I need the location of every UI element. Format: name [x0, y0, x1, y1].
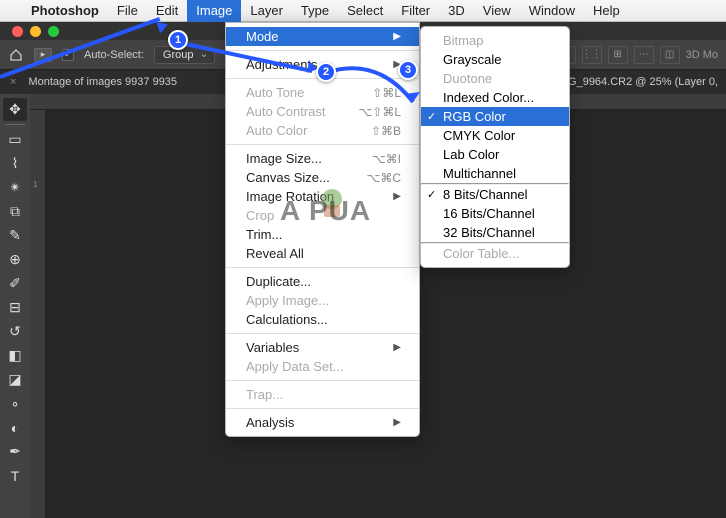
- submenu-item-color-table[interactable]: Color Table...: [421, 244, 569, 263]
- stamp-tool-icon[interactable]: ⊟: [3, 296, 27, 319]
- more-icon[interactable]: ⋯: [634, 46, 654, 64]
- menu-image[interactable]: Image: [187, 0, 241, 22]
- watermark-text: A PUA: [280, 195, 371, 227]
- traffic-light-minimize-icon[interactable]: [30, 26, 41, 37]
- menu-file[interactable]: File: [108, 0, 147, 22]
- menu-help[interactable]: Help: [584, 0, 629, 22]
- menu-3d[interactable]: 3D: [439, 0, 474, 22]
- document-tab-1[interactable]: Montage of images 9937 9935: [22, 76, 183, 88]
- menu-window[interactable]: Window: [520, 0, 584, 22]
- history-brush-tool-icon[interactable]: ↺: [3, 320, 27, 343]
- submenu-item-rgb[interactable]: ✓RGB Color: [421, 107, 569, 126]
- marquee-tool-icon[interactable]: ▭: [3, 128, 27, 151]
- menu-item-reveal-all[interactable]: Reveal All: [226, 244, 419, 263]
- submenu-item-grayscale[interactable]: Grayscale: [421, 50, 569, 69]
- menu-item-apply-data-set[interactable]: Apply Data Set...: [226, 357, 419, 376]
- brush-tool-icon[interactable]: ✐: [3, 272, 27, 295]
- traffic-light-zoom-icon[interactable]: [48, 26, 59, 37]
- menu-item-auto-color[interactable]: Auto Color⇧⌘B: [226, 121, 419, 140]
- pen-tool-icon[interactable]: ✒: [3, 440, 27, 463]
- eraser-tool-icon[interactable]: ◧: [3, 344, 27, 367]
- eyedropper-tool-icon[interactable]: ✎: [3, 224, 27, 247]
- menu-select[interactable]: Select: [338, 0, 392, 22]
- check-icon: ✓: [427, 188, 436, 201]
- menu-filter[interactable]: Filter: [392, 0, 439, 22]
- ruler-mark: 1: [33, 180, 37, 189]
- 3d-mode-icon[interactable]: ◫: [660, 46, 680, 64]
- submenu-arrow-icon: ▶: [363, 417, 401, 428]
- menu-item-trim[interactable]: Trim...: [226, 225, 419, 244]
- menu-item-calculations[interactable]: Calculations...: [226, 310, 419, 329]
- align-to-icon[interactable]: ⊞: [608, 46, 628, 64]
- submenu-item-16bits[interactable]: 16 Bits/Channel: [421, 204, 569, 223]
- menu-item-analysis[interactable]: Analysis▶: [226, 413, 419, 432]
- lasso-tool-icon[interactable]: ⌇: [3, 152, 27, 175]
- menu-item-image-size[interactable]: Image Size...⌥⌘I: [226, 149, 419, 168]
- menu-item-mode[interactable]: Mode▶: [226, 27, 419, 46]
- submenu-item-32bits[interactable]: 32 Bits/Channel: [421, 223, 569, 242]
- submenu-item-cmyk[interactable]: CMYK Color: [421, 126, 569, 145]
- traffic-light-close-icon[interactable]: [12, 26, 23, 37]
- magic-wand-tool-icon[interactable]: ✴: [3, 176, 27, 199]
- menu-item-variables[interactable]: Variables▶: [226, 338, 419, 357]
- auto-select-label: Auto-Select:: [84, 49, 144, 61]
- mode-3d-label: 3D Mo: [686, 49, 718, 61]
- menu-item-apply-image[interactable]: Apply Image...: [226, 291, 419, 310]
- mode-submenu: Bitmap Grayscale Duotone Indexed Color..…: [420, 26, 570, 268]
- annotation-badge-1: 1: [168, 30, 188, 50]
- check-icon: ✓: [427, 110, 436, 123]
- menu-item-duplicate[interactable]: Duplicate...: [226, 272, 419, 291]
- submenu-item-multichannel[interactable]: Multichannel: [421, 164, 569, 183]
- blur-tool-icon[interactable]: ∘: [3, 392, 27, 415]
- submenu-item-8bits[interactable]: ✓8 Bits/Channel: [421, 185, 569, 204]
- submenu-arrow-icon: ▶: [363, 342, 401, 353]
- menu-item-trap[interactable]: Trap...: [226, 385, 419, 404]
- menu-layer[interactable]: Layer: [241, 0, 292, 22]
- menu-app[interactable]: Photoshop: [22, 0, 108, 22]
- submenu-item-bitmap[interactable]: Bitmap: [421, 31, 569, 50]
- submenu-arrow-icon: ▶: [363, 31, 401, 42]
- annotation-badge-2: 2: [316, 62, 336, 82]
- healing-tool-icon[interactable]: ⊕: [3, 248, 27, 271]
- move-tool-icon[interactable]: ✥: [3, 98, 27, 121]
- mac-menubar: Photoshop File Edit Image Layer Type Sel…: [0, 0, 726, 22]
- distribute-icon[interactable]: ⋮⋮: [582, 46, 602, 64]
- dodge-tool-icon[interactable]: ◐: [3, 416, 27, 439]
- home-icon[interactable]: [8, 47, 24, 63]
- vertical-ruler: 1: [30, 110, 46, 518]
- tool-separator: [5, 124, 25, 125]
- submenu-item-indexed[interactable]: Indexed Color...: [421, 88, 569, 107]
- type-tool-icon[interactable]: T: [3, 464, 27, 487]
- crop-tool-icon[interactable]: ⧉: [3, 200, 27, 223]
- document-tab-2[interactable]: MG_9964.CR2 @ 25% (Layer 0,: [553, 76, 726, 88]
- tools-panel: ✥ ▭ ⌇ ✴ ⧉ ✎ ⊕ ✐ ⊟ ↺ ◧ ◪ ∘ ◐ ✒ T: [0, 94, 30, 518]
- menu-type[interactable]: Type: [292, 0, 338, 22]
- submenu-item-lab[interactable]: Lab Color: [421, 145, 569, 164]
- annotation-badge-3: 3: [398, 60, 418, 80]
- menu-view[interactable]: View: [474, 0, 520, 22]
- gradient-tool-icon[interactable]: ◪: [3, 368, 27, 391]
- submenu-item-duotone[interactable]: Duotone: [421, 69, 569, 88]
